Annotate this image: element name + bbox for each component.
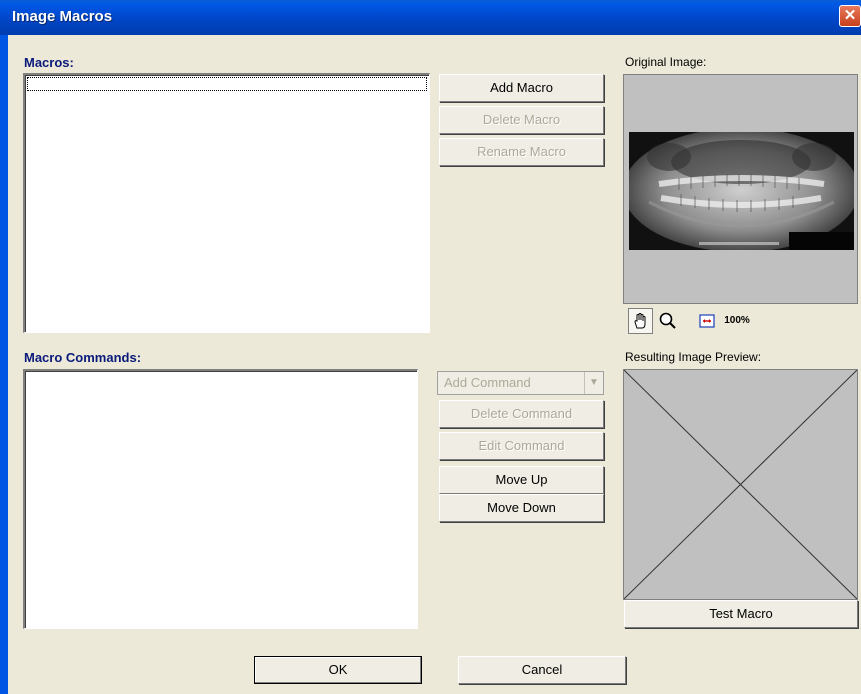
resulting-preview-label: Resulting Image Preview:	[625, 350, 762, 364]
title-bar[interactable]: Image Macros ✕	[0, 0, 861, 35]
fit-width-icon	[698, 314, 715, 328]
window-title: Image Macros	[12, 8, 113, 25]
move-up-button[interactable]: Move Up	[439, 466, 604, 494]
macro-commands-label: Macro Commands:	[24, 350, 142, 365]
macros-label: Macros:	[24, 55, 74, 70]
close-button[interactable]: ✕	[839, 5, 861, 27]
fit-width-button[interactable]	[694, 308, 719, 334]
ok-button[interactable]: OK	[254, 656, 422, 684]
close-icon: ✕	[843, 7, 857, 24]
original-image-label: Original Image:	[625, 55, 707, 69]
empty-preview-cross-icon	[624, 370, 857, 599]
edit-command-button[interactable]: Edit Command	[439, 432, 604, 460]
zoom-100-button[interactable]: 100%	[722, 308, 752, 334]
add-macro-button[interactable]: Add Macro	[439, 74, 604, 102]
zoom-tool-button[interactable]	[655, 308, 680, 334]
window-frame-left	[0, 35, 8, 694]
rename-macro-button[interactable]: Rename Macro	[439, 138, 604, 166]
delete-command-button[interactable]: Delete Command	[439, 400, 604, 428]
add-command-label: Add Command	[444, 375, 531, 390]
add-command-dropdown[interactable]: Add Command ▼	[437, 371, 604, 395]
test-macro-button[interactable]: Test Macro	[624, 600, 858, 628]
cancel-button[interactable]: Cancel	[458, 656, 626, 684]
xray-image	[629, 132, 854, 250]
macro-commands-list[interactable]	[23, 369, 418, 629]
resulting-preview-panel	[623, 369, 858, 600]
chevron-down-icon: ▼	[584, 372, 603, 394]
delete-macro-button[interactable]: Delete Macro	[439, 106, 604, 134]
pan-hand-icon	[633, 313, 645, 329]
move-down-button[interactable]: Move Down	[439, 494, 604, 522]
pan-tool-button[interactable]	[628, 308, 653, 334]
original-image-panel[interactable]	[623, 74, 858, 304]
macros-list-focus-row	[27, 77, 427, 91]
macros-list[interactable]	[23, 73, 430, 333]
zoom-100-label: 100%	[724, 315, 750, 326]
panoramic-xray-graphic	[629, 132, 854, 250]
magnifier-icon	[659, 312, 676, 329]
